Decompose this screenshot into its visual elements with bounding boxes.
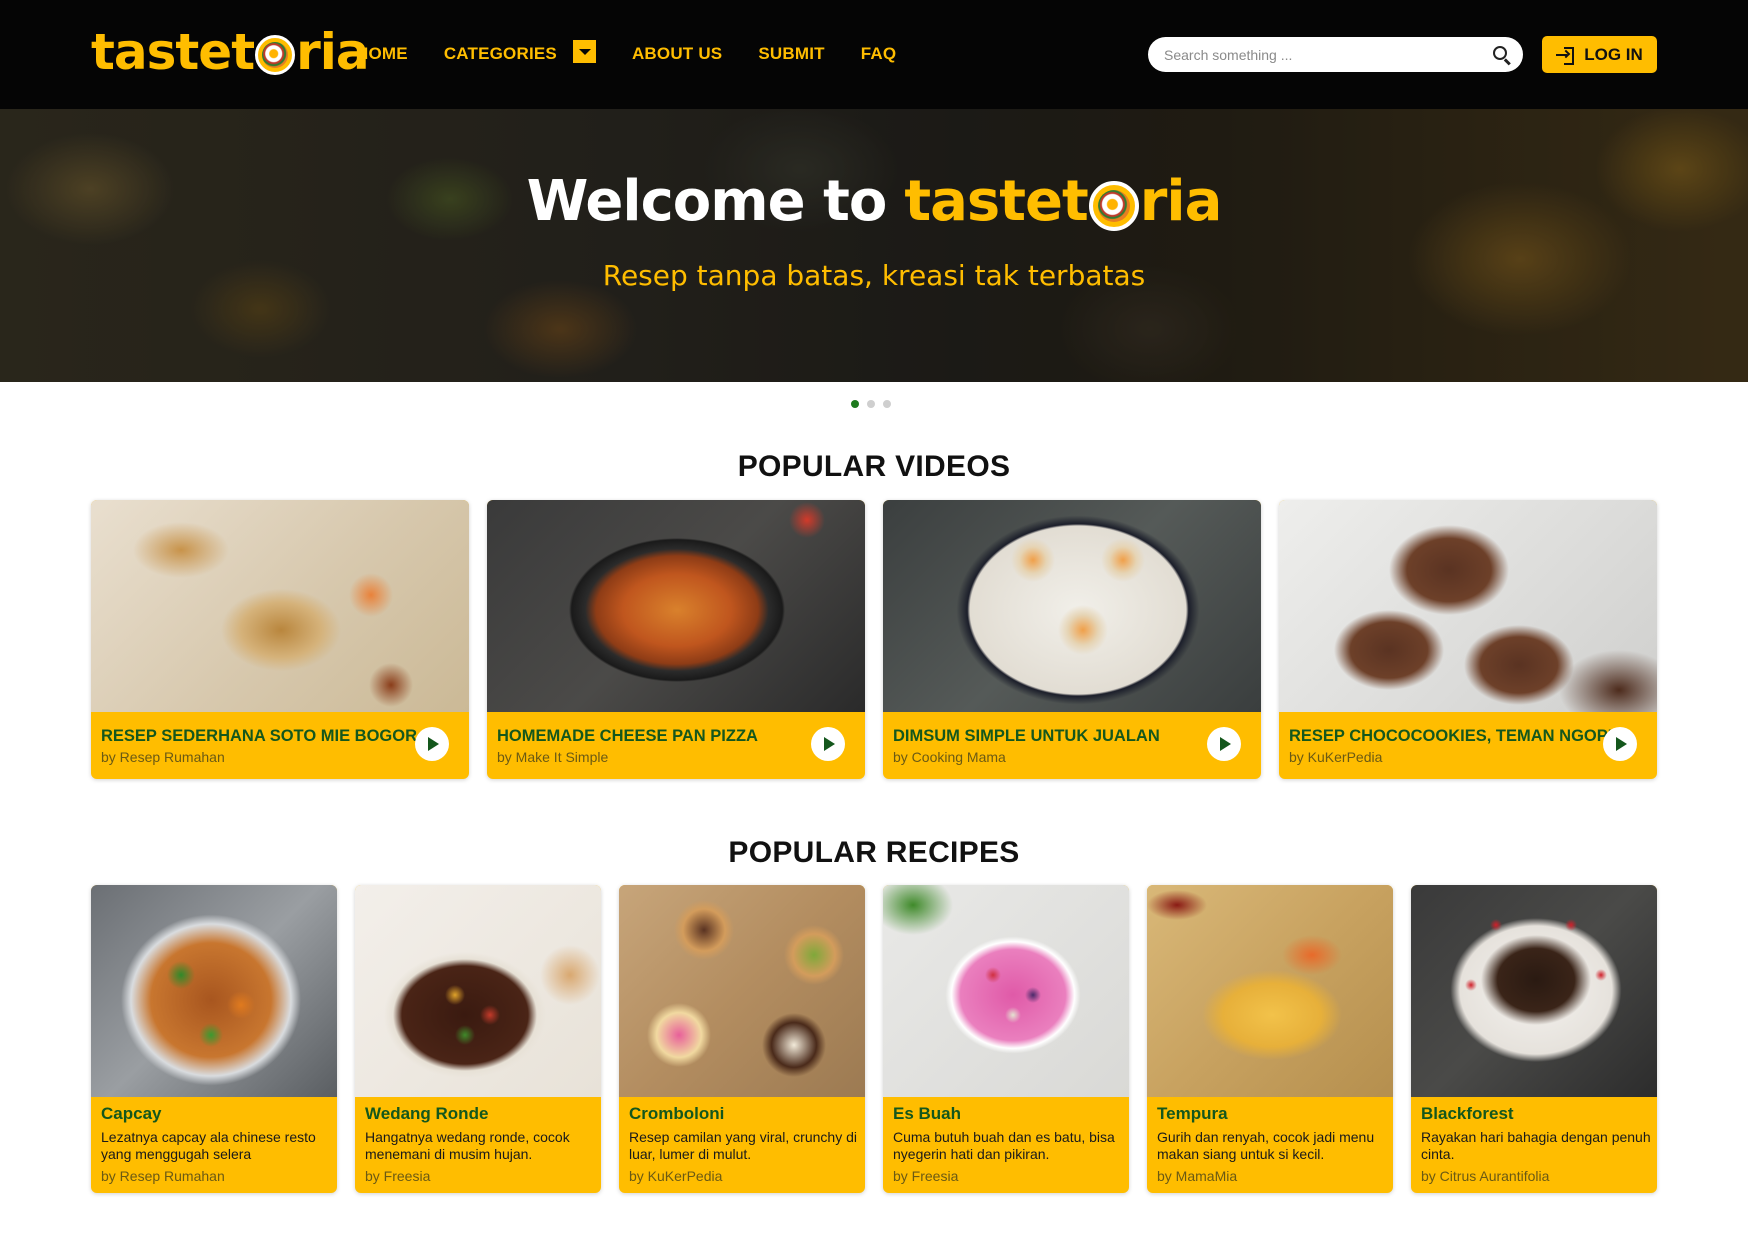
video-card[interactable]: RESEP CHOCOCOOKIES, TEMAN NGOPI by KuKer… [1279, 500, 1657, 779]
recipe-image[interactable] [1411, 885, 1657, 1097]
recipe-image[interactable] [91, 885, 337, 1097]
popular-videos-title: POPULAR VIDEOS [737, 450, 1011, 483]
video-thumbnail[interactable] [883, 500, 1261, 712]
hero-brand: tastet ria [904, 169, 1223, 234]
popular-recipes-title: POPULAR RECIPES [728, 836, 1020, 869]
recipe-author: by MamaMia [1157, 1168, 1238, 1184]
recipe-description: Rayakan hari bahagia dengan penuh cinta. [1421, 1129, 1651, 1162]
video-title: RESEP SEDERHANA SOTO MIE BOGOR [101, 727, 417, 745]
login-button[interactable]: LOG IN [1542, 36, 1657, 73]
recipe-card[interactable]: Tempura Gurih dan renyah, cocok jadi men… [1147, 885, 1393, 1193]
chevron-down-icon[interactable] [572, 40, 596, 63]
recipe-description: Hangatnya wedang ronde, cocok menemani d… [365, 1129, 570, 1162]
video-thumbnail[interactable] [91, 500, 469, 712]
video-card[interactable]: DIMSUM SIMPLE UNTUK JUALAN by Cooking Ma… [883, 500, 1261, 779]
recipe-title: Es Buah [893, 1104, 962, 1123]
recipe-title: Tempura [1157, 1104, 1228, 1123]
video-author: by Resep Rumahan [101, 749, 225, 765]
recipe-author: by KuKerPedia [629, 1168, 723, 1184]
hero-welcome: Welcome to [526, 169, 888, 234]
carousel-dot-1[interactable] [851, 400, 859, 408]
video-author: by Make It Simple [497, 749, 609, 765]
food-bowl-icon [255, 35, 296, 75]
play-icon[interactable] [415, 727, 449, 761]
video-title: RESEP CHOCOCOOKIES, TEMAN NGOPI [1289, 727, 1613, 745]
hero-banner: Welcome to tastet ria Resep tanpa batas, … [0, 109, 1748, 382]
nav-about-us[interactable]: ABOUT US [632, 44, 722, 64]
video-author: by KuKerPedia [1289, 749, 1383, 765]
recipe-author: by Resep Rumahan [101, 1168, 225, 1184]
recipe-description: Gurih dan renyah, cocok jadi menu makan … [1157, 1129, 1375, 1162]
nav-faq[interactable]: FAQ [861, 44, 897, 64]
recipe-card[interactable]: Es Buah Cuma butuh buah dan es batu, bis… [883, 885, 1129, 1193]
recipe-author: by Freesia [893, 1168, 959, 1184]
video-title: HOMEMADE CHEESE PAN PIZZA [497, 727, 758, 745]
recipe-title: Blackforest [1421, 1104, 1514, 1123]
recipe-card[interactable]: Cromboloni Resep camilan yang viral, cru… [619, 885, 865, 1193]
video-title: DIMSUM SIMPLE UNTUK JUALAN [893, 727, 1160, 745]
login-label: LOG IN [1584, 44, 1643, 64]
recipe-image[interactable] [619, 885, 865, 1097]
hero-brand-post: ria [1139, 169, 1223, 234]
hero-brand-pre: tastet [904, 169, 1088, 234]
recipe-title: Cromboloni [629, 1104, 725, 1123]
carousel-dot-2[interactable] [867, 400, 875, 408]
nav-submit[interactable]: SUBMIT [758, 44, 824, 64]
recipe-title: Wedang Ronde [365, 1104, 489, 1123]
hero-subtitle: Resep tanpa batas, kreasi tak terbatas [602, 259, 1146, 292]
search-bar [1148, 37, 1523, 72]
logo-text-pre: tastet [91, 23, 255, 81]
recipe-image[interactable] [355, 885, 601, 1097]
recipe-author: by Freesia [365, 1168, 431, 1184]
recipe-title: Capcay [101, 1104, 162, 1123]
play-icon[interactable] [1603, 727, 1637, 761]
nav-home[interactable]: HOME [356, 44, 408, 64]
recipe-description: Resep camilan yang viral, crunchy di lua… [629, 1129, 857, 1162]
search-input[interactable] [1164, 37, 1474, 72]
video-thumbnail[interactable] [1279, 500, 1657, 712]
recipe-description: Cuma butuh buah dan es batu, bisa nyeger… [893, 1129, 1115, 1162]
search-icon[interactable] [1493, 46, 1507, 60]
recipe-card[interactable]: Wedang Ronde Hangatnya wedang ronde, coc… [355, 885, 601, 1193]
recipe-image[interactable] [883, 885, 1129, 1097]
video-author: by Cooking Mama [893, 749, 1006, 765]
login-icon [1556, 46, 1575, 65]
recipe-description: Lezatnya capcay ala chinese resto yang m… [101, 1129, 316, 1162]
site-header: tastet ria HOME CATEGORIES ABOUT US SUBMI… [0, 0, 1748, 109]
play-icon[interactable] [1207, 727, 1241, 761]
recipe-author: by Citrus Aurantifolia [1421, 1168, 1550, 1184]
recipe-card[interactable]: Blackforest Rayakan hari bahagia dengan … [1411, 885, 1657, 1193]
site-logo[interactable]: tastet ria [91, 22, 370, 82]
carousel-dot-3[interactable] [883, 400, 891, 408]
recipe-card[interactable]: Capcay Lezatnya capcay ala chinese resto… [91, 885, 337, 1193]
video-card[interactable]: RESEP SEDERHANA SOTO MIE BOGOR by Resep … [91, 500, 469, 779]
hero-title: Welcome to tastet ria [0, 169, 1748, 234]
food-bowl-icon [1088, 180, 1139, 231]
nav-categories-label[interactable]: CATEGORIES [444, 44, 557, 64]
carousel-dots [851, 400, 899, 408]
video-card[interactable]: HOMEMADE CHEESE PAN PIZZA by Make It Sim… [487, 500, 865, 779]
play-icon[interactable] [811, 727, 845, 761]
recipe-image[interactable] [1147, 885, 1393, 1097]
main-nav: HOME CATEGORIES ABOUT US SUBMIT FAQ [356, 40, 932, 65]
nav-categories[interactable]: CATEGORIES [444, 40, 596, 65]
video-thumbnail[interactable] [487, 500, 865, 712]
